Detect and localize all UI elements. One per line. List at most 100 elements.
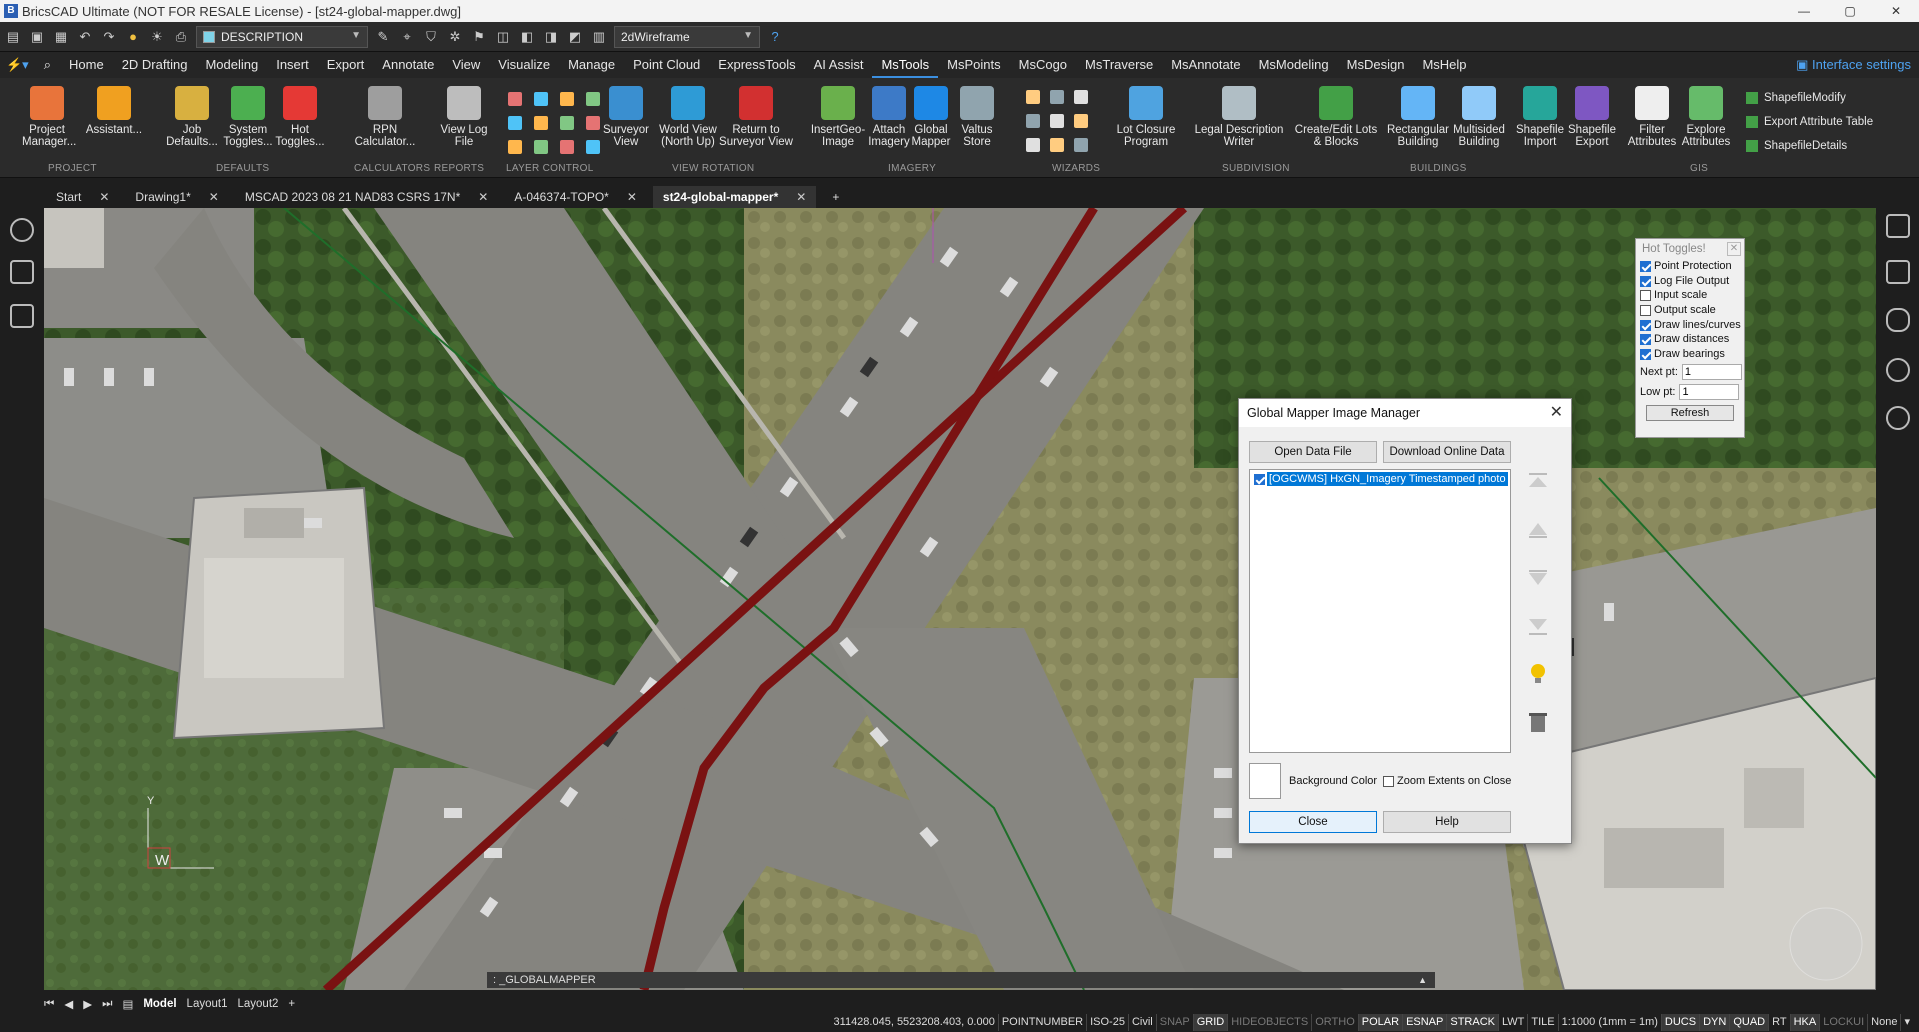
ribbon-button-return-to-surveyor-view[interactable]: Return to Surveyor View	[716, 86, 796, 148]
command-line[interactable]: : _GLOBALMAPPER ▲	[487, 972, 1435, 988]
print-icon[interactable]: ⎙	[172, 28, 190, 46]
ribbon-button-rpn-calculator[interactable]: RPN Calculator...	[352, 86, 418, 148]
toggle-checkbox[interactable]	[1640, 334, 1651, 346]
layout-tab-layout2[interactable]: Layout2	[237, 998, 278, 1010]
status-dyn[interactable]: DYN	[1699, 1014, 1730, 1031]
status-civil[interactable]: Civil	[1127, 1014, 1156, 1031]
properties-panel-icon[interactable]	[10, 260, 34, 284]
layer-control-icon[interactable]	[534, 140, 548, 154]
layer-control-icon[interactable]	[508, 92, 522, 106]
tab-mshelp[interactable]: MsHelp	[1413, 52, 1475, 78]
visual-style-combo[interactable]: 2dWireframe ▼	[614, 25, 760, 48]
ribbon-button-insertgeo-image[interactable]: InsertGeo-Image	[808, 86, 868, 148]
interface-settings-link[interactable]: ▣ Interface settings	[1796, 52, 1911, 78]
layout-tab-layout1[interactable]: Layout1	[187, 998, 228, 1010]
doc-tab-mscad-2023-08-21-nad83-csrs-17n[interactable]: MSCAD 2023 08 21 NAD83 CSRS 17N* ✕	[235, 186, 499, 208]
ribbon-button-surveyor-view[interactable]: Surveyor View	[600, 86, 652, 148]
filter-icon[interactable]: ⛉	[422, 28, 440, 46]
status-snap[interactable]: SNAP	[1155, 1014, 1193, 1031]
layer-control-icon[interactable]	[560, 116, 574, 130]
minimize-icon[interactable]: —	[1781, 0, 1827, 22]
low-pt-input[interactable]	[1679, 383, 1740, 400]
status-quad[interactable]: QUAD	[1729, 1014, 1769, 1031]
move-top-icon[interactable]	[1525, 469, 1551, 495]
ribbon-button-assistant[interactable]: Assistant...	[82, 86, 146, 136]
gis-item-shapefiledetails[interactable]: ShapefileDetails	[1746, 140, 1847, 152]
toggle-checkbox[interactable]	[1640, 260, 1651, 272]
gis-item-shapefilemodify[interactable]: ShapefileModify	[1746, 92, 1846, 104]
close-icon[interactable]: ✕	[796, 186, 806, 208]
select-icon[interactable]: ⌖	[398, 28, 416, 46]
status-hka[interactable]: HKA	[1789, 1014, 1820, 1031]
toggle-draw-bearings[interactable]: Draw bearings	[1636, 347, 1744, 362]
trash-icon[interactable]	[1525, 709, 1551, 735]
open-data-file-button[interactable]: Open Data File	[1249, 441, 1377, 463]
cube-2-icon[interactable]: ◧	[518, 28, 536, 46]
ribbon-button-view-log-file[interactable]: View Log File	[434, 86, 494, 148]
redo-icon[interactable]: ↷	[100, 28, 118, 46]
wizard-icon[interactable]	[1026, 138, 1040, 152]
quick-select-icon[interactable]: ✲	[446, 28, 464, 46]
ribbon-button-system-toggles[interactable]: System Toggles...	[220, 86, 276, 148]
structure-panel-icon[interactable]	[10, 304, 34, 328]
close-icon[interactable]: ✕	[627, 186, 637, 208]
close-window-icon[interactable]: ✕	[1873, 0, 1919, 22]
layout-menu-icon[interactable]: ▤	[122, 997, 133, 1011]
status-iso-25[interactable]: ISO-25	[1086, 1014, 1128, 1031]
bim-icon[interactable]	[1886, 358, 1910, 382]
status-none[interactable]: None	[1867, 1014, 1900, 1031]
next-pt-input[interactable]	[1681, 363, 1742, 380]
move-bottom-icon[interactable]	[1525, 613, 1551, 639]
layer-control-icon[interactable]	[534, 92, 548, 106]
ribbon-button-global-mapper[interactable]: Global Mapper	[908, 86, 954, 148]
layer-control-icon[interactable]	[560, 92, 574, 106]
doc-tab-a-046374-topo[interactable]: A-046374-TOPO* ✕	[504, 186, 647, 208]
ribbon-button-valtus-store[interactable]: Valtus Store	[954, 86, 1000, 148]
tab-mstraverse[interactable]: MsTraverse	[1076, 52, 1162, 78]
tab-mscogo[interactable]: MsCogo	[1010, 52, 1076, 78]
save-all-icon[interactable]: ▦	[52, 28, 70, 46]
toggle-checkbox[interactable]	[1640, 319, 1651, 331]
ribbon-button-legal-description-writer[interactable]: Legal Description Writer	[1190, 86, 1288, 148]
help-button[interactable]: Help	[1383, 811, 1511, 833]
status-lwt[interactable]: LWT	[1497, 1014, 1527, 1031]
status-strack[interactable]: STRACK	[1446, 1014, 1498, 1031]
zoom-extents-checkbox[interactable]	[1383, 775, 1394, 787]
toggle-checkbox[interactable]	[1640, 275, 1651, 287]
tab-manage[interactable]: Manage	[559, 52, 624, 78]
ribbon-button-job-defaults[interactable]: Job Defaults...	[164, 86, 220, 148]
close-icon[interactable]: ✕	[478, 186, 488, 208]
layer-bulb-icon[interactable]: ●	[124, 28, 142, 46]
ribbon-button-lot-closure-program[interactable]: Lot Closure Program	[1110, 86, 1182, 148]
toggle-checkbox[interactable]	[1640, 290, 1651, 302]
doc-tab-start[interactable]: Start ✕	[46, 186, 119, 208]
layer-sun-icon[interactable]: ☀	[148, 28, 166, 46]
refresh-button[interactable]: Refresh	[1646, 404, 1734, 421]
background-color-swatch[interactable]	[1249, 763, 1281, 799]
tab-msdesign[interactable]: MsDesign	[1338, 52, 1414, 78]
status-tile[interactable]: TILE	[1527, 1014, 1557, 1031]
status-ortho[interactable]: ORTHO	[1311, 1014, 1358, 1031]
save-icon[interactable]: ▣	[28, 28, 46, 46]
wizard-icon[interactable]	[1074, 138, 1088, 152]
tab-visualize[interactable]: Visualize	[489, 52, 559, 78]
close-button[interactable]: Close	[1249, 811, 1377, 833]
tab-modeling[interactable]: Modeling	[196, 52, 267, 78]
layer-checkbox[interactable]	[1254, 473, 1265, 485]
tab-msannotate[interactable]: MsAnnotate	[1162, 52, 1249, 78]
close-icon[interactable]: ✕	[209, 186, 219, 208]
wizard-icon[interactable]	[1074, 90, 1088, 104]
toggle-input-scale[interactable]: Input scale	[1636, 288, 1744, 303]
toggle-output-scale[interactable]: Output scale	[1636, 303, 1744, 318]
close-icon[interactable]: ✕	[1727, 242, 1741, 256]
tab-2d-drafting[interactable]: 2D Drafting	[113, 52, 197, 78]
status-lockui[interactable]: LOCKUI	[1819, 1014, 1867, 1031]
next-layout-icon[interactable]: ▶	[83, 997, 92, 1011]
layer-control-icon[interactable]	[560, 140, 574, 154]
new-file-icon[interactable]: ▤	[4, 28, 22, 46]
cube-icon[interactable]: ◫	[494, 28, 512, 46]
status-pointnumber[interactable]: POINTNUMBER	[997, 1014, 1086, 1031]
tag-icon[interactable]: ⚑	[470, 28, 488, 46]
wizard-icon[interactable]	[1050, 90, 1064, 104]
tab-view[interactable]: View	[443, 52, 489, 78]
